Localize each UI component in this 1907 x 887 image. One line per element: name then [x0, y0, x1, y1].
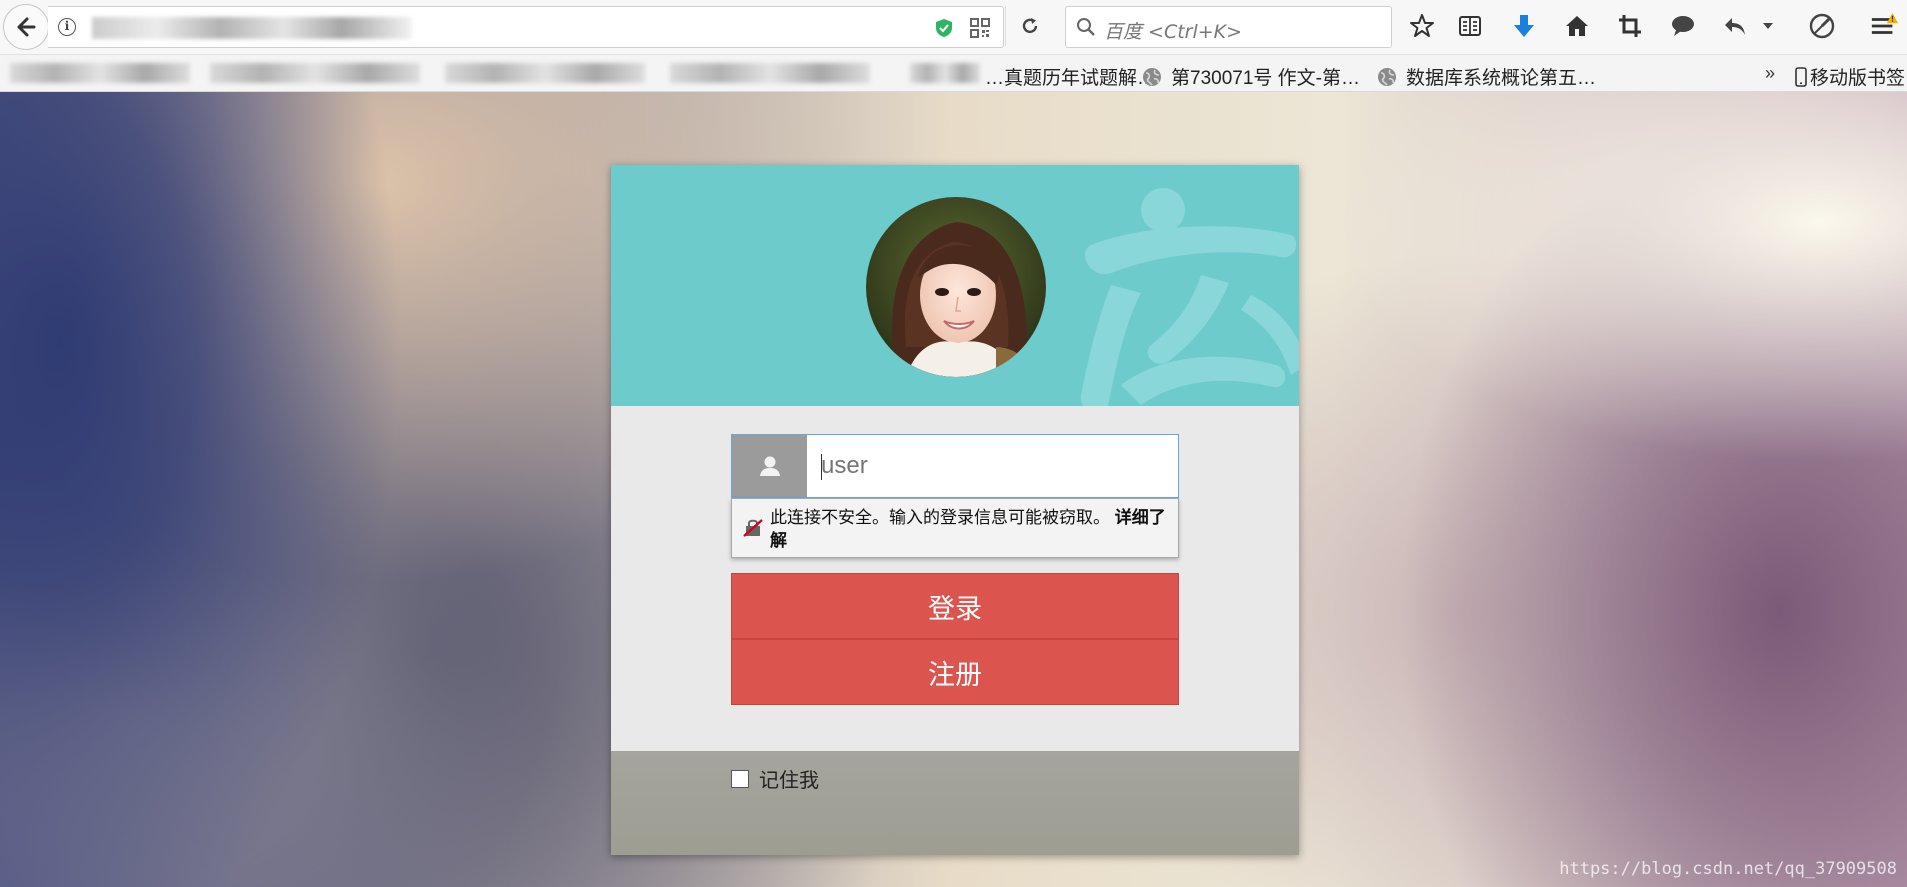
bookmark-item[interactable]: 数据库系统概论第五…	[1377, 63, 1596, 90]
reload-icon	[1022, 18, 1038, 34]
globe-icon	[1143, 67, 1161, 86]
insecure-login-warning: 此连接不安全。输入的登录信息可能被窃取。 详细了解	[731, 498, 1179, 558]
bookmark-item[interactable]: 第730071号 作文-第…	[1142, 63, 1360, 90]
blog-watermark: https://blog.csdn.net/qq_37909508	[1559, 859, 1897, 879]
avatar-portrait	[866, 197, 1046, 377]
navigation-toolbar: i 百度 <Ctrl+K>	[0, 0, 1907, 55]
text-caret	[821, 454, 822, 480]
search-placeholder: 百度 <Ctrl+K>	[1104, 21, 1243, 43]
username-field-row[interactable]	[731, 434, 1179, 498]
reading-list-icon	[1459, 16, 1481, 36]
bookmark-label: 数据库系统概论第五…	[1406, 68, 1597, 89]
dropdown-icon	[1763, 23, 1773, 29]
menu-icon	[1871, 12, 1898, 34]
search-bar[interactable]: 百度 <Ctrl+K>	[1065, 6, 1392, 48]
bookmark-item[interactable]: …真题历年试题解…	[985, 63, 1156, 90]
remember-me[interactable]: 记住我	[731, 764, 819, 793]
bookmark-label: 第730071号 作文-第…	[1171, 68, 1361, 89]
browser-window: i 百度 <Ctrl+K> …真题历年试题解… 第730071号 作文-第… 数…	[0, 0, 1907, 887]
login-card-footer	[611, 751, 1299, 855]
search-icon	[1077, 18, 1095, 36]
mobile-bookmarks-label: 移动版书签	[1810, 68, 1906, 89]
bookmark-star-icon	[1410, 14, 1434, 37]
crop-button[interactable]	[1616, 12, 1644, 40]
reading-list-button[interactable]	[1456, 12, 1484, 40]
user-icon	[759, 456, 780, 476]
username-icon-box	[732, 435, 807, 497]
bookmark-redacted[interactable]	[670, 63, 870, 83]
mobile-phone-icon	[1795, 66, 1807, 87]
warning-text: 此连接不安全。输入的登录信息可能被窃取。	[770, 508, 1110, 527]
download-button[interactable]	[1510, 12, 1538, 40]
undo-dropdown-button[interactable]	[1760, 12, 1776, 40]
login-card: 此连接不安全。输入的登录信息可能被窃取。 详细了解 登录 注册 记住我	[611, 165, 1299, 855]
bookmark-star-button[interactable]	[1408, 12, 1436, 40]
undo-button[interactable]	[1722, 12, 1750, 40]
bookmark-label: …真题历年试题解…	[985, 68, 1157, 89]
remember-me-label: 记住我	[759, 770, 819, 792]
url-text-redacted	[92, 17, 412, 39]
undo-icon	[1725, 18, 1745, 35]
chat-icon	[1672, 16, 1694, 36]
back-arrow-icon	[17, 17, 36, 37]
decorative-character-watermark	[1080, 188, 1299, 406]
bookmark-redacted[interactable]	[910, 63, 980, 83]
register-button[interactable]: 注册	[731, 639, 1179, 705]
speedometer-icon	[1809, 13, 1835, 39]
bookmark-redacted[interactable]	[445, 63, 645, 83]
bookmarks-bar: …真题历年试题解… 第730071号 作文-第… 数据库系统概论第五… » 移动…	[0, 55, 1907, 92]
chat-button[interactable]	[1669, 12, 1697, 40]
login-card-header	[611, 165, 1299, 406]
bookmark-redacted[interactable]	[210, 63, 420, 83]
download-icon	[1514, 15, 1534, 37]
url-bar[interactable]: i	[48, 6, 1004, 48]
bookmark-redacted[interactable]	[10, 63, 190, 83]
insecure-lock-icon	[743, 519, 763, 537]
username-input[interactable]	[807, 435, 1178, 497]
info-icon[interactable]: i	[58, 18, 76, 36]
mobile-bookmarks-button[interactable]: 移动版书签	[1795, 63, 1905, 90]
login-button[interactable]: 登录	[731, 573, 1179, 639]
reload-button[interactable]	[1005, 6, 1054, 46]
back-button[interactable]	[3, 4, 49, 50]
page-viewport: 此连接不安全。输入的登录信息可能被窃取。 详细了解 登录 注册 记住我 http…	[0, 92, 1907, 887]
home-button[interactable]	[1563, 12, 1591, 40]
bookmarks-overflow-button[interactable]: »	[1765, 63, 1775, 84]
globe-icon	[1378, 67, 1396, 86]
menu-button[interactable]	[1870, 12, 1898, 40]
user-avatar	[866, 197, 1046, 377]
qr-code-icon[interactable]	[970, 18, 990, 38]
remember-me-checkbox[interactable]	[731, 769, 749, 788]
shield-icon[interactable]	[935, 18, 953, 38]
home-icon	[1566, 16, 1588, 36]
crop-icon	[1619, 15, 1641, 37]
speed-button[interactable]	[1808, 12, 1836, 40]
